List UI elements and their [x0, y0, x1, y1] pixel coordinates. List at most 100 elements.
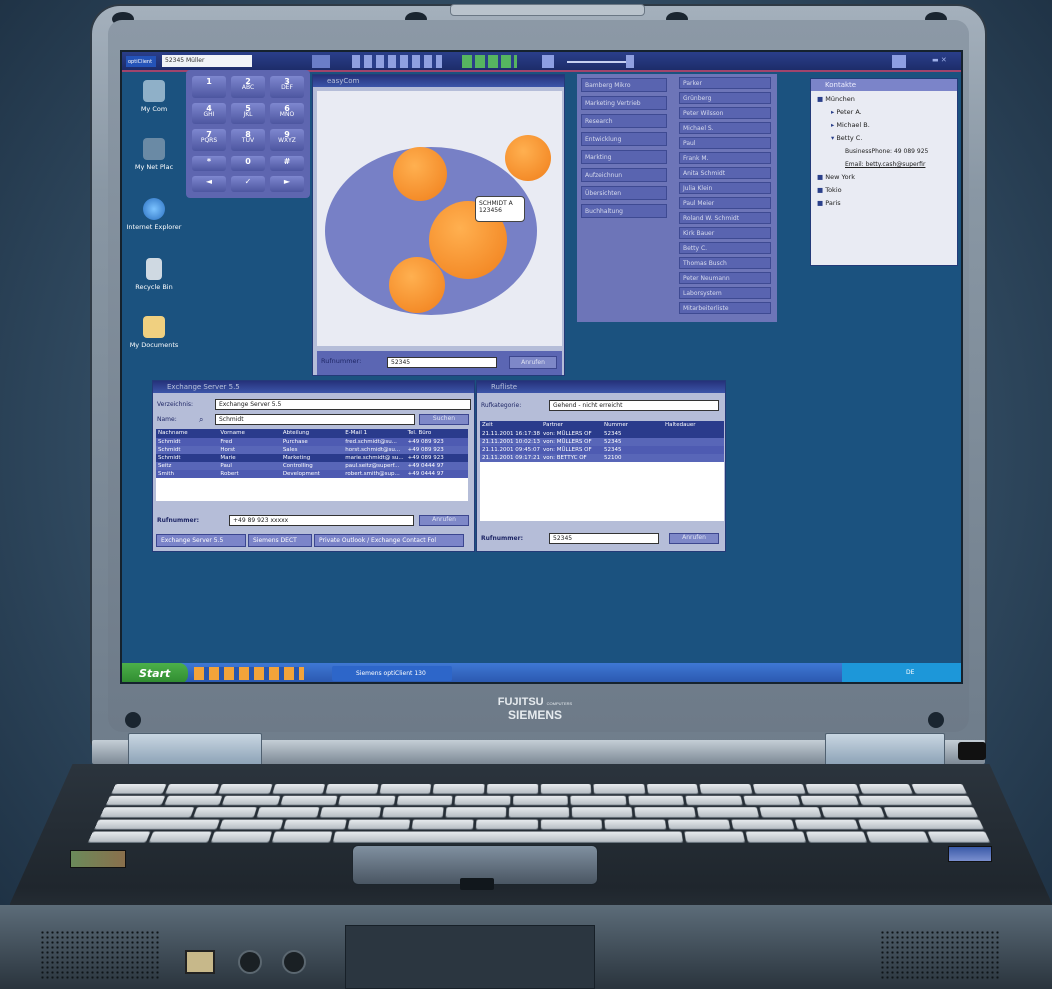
desktop-icon-my-computer[interactable]: My Com — [122, 80, 186, 113]
firewire-port — [185, 950, 215, 974]
list-item[interactable]: Michael S. — [679, 122, 771, 134]
list-item[interactable]: Peter Wilsson — [679, 107, 771, 119]
name-input[interactable]: Schmidt — [215, 414, 415, 425]
list-item[interactable]: Research — [581, 114, 667, 128]
list-item[interactable]: Übersichten — [581, 186, 667, 200]
table-row[interactable]: Seitz Paul Controlling paul.seitz@superf...… — [156, 462, 468, 470]
table-row[interactable]: 21.11.2001 09:45:07 von: MÜLLERS OF 52345 — [480, 446, 724, 454]
rufkategorie-select[interactable]: Gehend - nicht erreicht — [549, 400, 719, 411]
keypad-key-0[interactable]: 0 — [231, 156, 265, 172]
tree-node[interactable]: ■ New York — [817, 171, 951, 184]
touchpad-button[interactable] — [460, 878, 494, 890]
desktop-icon-recycle-bin[interactable]: Recycle Bin — [122, 258, 186, 291]
keypad-right-button[interactable]: ► — [270, 176, 304, 192]
tree-node[interactable]: ■ Paris — [817, 197, 951, 210]
keypad-key-7[interactable]: 7 PQRS — [192, 129, 226, 151]
table-row[interactable]: Schmidt Horst Sales horst.schmidt@su... +49 … — [156, 446, 468, 454]
tree-node[interactable]: ▸ Peter A. — [817, 106, 951, 119]
quicklaunch-icons[interactable] — [194, 667, 304, 680]
list-item[interactable]: Buchhaltung — [581, 204, 667, 218]
keypad-key-9[interactable]: 9 WXYZ — [270, 129, 304, 151]
keypad-key-1[interactable]: 1 — [192, 76, 226, 98]
phone-input[interactable]: 52345 Müller — [162, 55, 252, 67]
tree-node[interactable]: ■ München — [817, 93, 951, 106]
desktop-icon-network[interactable]: My Net Plac — [122, 138, 186, 171]
close-icon[interactable]: ▬ ✕ — [932, 56, 954, 67]
list-item[interactable]: Markting — [581, 150, 667, 164]
list-item[interactable]: Mitarbeiterliste — [679, 302, 771, 314]
keypad-key-hash[interactable]: # — [270, 156, 304, 172]
slider-handle-icon[interactable] — [626, 55, 634, 68]
easycom-number-select[interactable]: 52345 — [387, 357, 497, 368]
list-item[interactable]: Peter Neumann — [679, 272, 771, 284]
taskbar-task-opticlient[interactable]: Siemens optiClient 130 — [332, 666, 452, 681]
exchange-number-select[interactable]: +49 89 923 xxxxx — [229, 515, 414, 526]
dial-icon[interactable] — [312, 55, 330, 68]
tree-leaf[interactable]: Email: betty.cash@superfir — [817, 158, 951, 171]
list-item[interactable]: Julia Klein — [679, 182, 771, 194]
system-tray: DE — [842, 663, 963, 684]
settings-icon[interactable] — [892, 55, 906, 68]
keypad-key-3[interactable]: 3 DEF — [270, 76, 304, 98]
desktop-icon-internet-explorer[interactable]: Internet Explorer — [122, 198, 186, 231]
easycom-title: easyCom — [313, 75, 564, 87]
feature-buttons-icon[interactable] — [462, 55, 517, 68]
tab-exchange-server[interactable]: Exchange Server 5.5 — [156, 534, 246, 547]
call-controls-icon[interactable] — [352, 55, 442, 68]
tree-node[interactable]: ▸ Michael B. — [817, 119, 951, 132]
list-item[interactable]: Paul — [679, 137, 771, 149]
power-button[interactable] — [958, 742, 986, 760]
contact-orb[interactable] — [505, 135, 551, 181]
list-item[interactable]: Bamberg Mikro — [581, 78, 667, 92]
list-item[interactable]: Betty C. — [679, 242, 771, 254]
table-row[interactable]: 21.11.2001 09:17:21 von: BETTYC OF 52100 — [480, 454, 724, 462]
exchange-call-button[interactable]: Anrufen — [419, 515, 469, 526]
tree-node[interactable]: ▾ Betty C. — [817, 132, 951, 145]
rufkategorie-label: Rufkategorie: — [481, 402, 521, 409]
tree-node[interactable]: ■ Tokio — [817, 184, 951, 197]
easycom-call-button[interactable]: Anrufen — [509, 356, 557, 369]
rufliste-number-select[interactable]: 52345 — [549, 533, 659, 544]
list-item[interactable]: Aufzeichnun — [581, 168, 667, 182]
keyboard — [88, 784, 990, 842]
keypad-left-button[interactable]: ◄ — [192, 176, 226, 192]
verzeichnis-select[interactable]: Exchange Server 5.5 — [215, 399, 471, 410]
tab-siemens-dect[interactable]: Siemens DECT — [248, 534, 312, 547]
table-row[interactable]: 21.11.2001 10:02:13 von: MÜLLERS OF 52345 — [480, 438, 724, 446]
keypad-key-2[interactable]: 2 ABC — [231, 76, 265, 98]
toolbar-brand: optiClient — [126, 56, 156, 67]
tree-leaf[interactable]: BusinessPhone: 49 089 925 — [817, 145, 951, 158]
table-row-selected[interactable]: Schmidt Marie Marketing marie.schmidt@ su..… — [156, 454, 468, 462]
list-item[interactable]: Grünberg — [679, 92, 771, 104]
list-item[interactable]: Frank M. — [679, 152, 771, 164]
list-item[interactable]: Kirk Bauer — [679, 227, 771, 239]
desktop-icon-my-documents[interactable]: My Documents — [122, 316, 186, 349]
keypad-key-6[interactable]: 6 MNO — [270, 103, 304, 125]
list-item[interactable]: Laborsystem — [679, 287, 771, 299]
list-item[interactable]: Parker — [679, 77, 771, 89]
list-item[interactable]: Anita Schmidt — [679, 167, 771, 179]
table-row-selected[interactable]: 21.11.2001 16:17:38 von: MÜLLERS OF 52345 — [480, 430, 724, 438]
keypad-ok-button[interactable]: ✓ — [231, 176, 265, 192]
keypad-key-8[interactable]: 8 TUV — [231, 129, 265, 151]
list-item[interactable]: Thomas Busch — [679, 257, 771, 269]
rufliste-call-button[interactable]: Anrufen — [669, 533, 719, 544]
rufliste-window: Rufliste Rufkategorie: Gehend - nicht er… — [476, 380, 726, 552]
start-button[interactable]: Start — [122, 663, 188, 684]
keypad-key-star[interactable]: * — [192, 156, 226, 172]
table-row[interactable]: Smith Robert Development robert.smith@sup..… — [156, 470, 468, 478]
table-row[interactable]: Schmidt Fred Purchase fred.schmidt@su... +49… — [156, 438, 468, 446]
contact-orb[interactable] — [393, 147, 447, 201]
kontakte-window: Kontakte ■ München ▸ Peter A. ▸ Michael … — [810, 78, 958, 266]
list-item[interactable]: Roland W. Schmidt — [679, 212, 771, 224]
contact-icon[interactable] — [542, 55, 554, 68]
tab-private-outlook[interactable]: Private Outlook / Exchange Contact Fol — [314, 534, 464, 547]
contact-orb[interactable] — [389, 257, 445, 313]
search-button[interactable]: Suchen — [419, 414, 469, 425]
list-item[interactable]: Entwicklung — [581, 132, 667, 146]
list-item[interactable]: Marketing Vertrieb — [581, 96, 667, 110]
list-item[interactable]: Paul Meier — [679, 197, 771, 209]
volume-slider[interactable] — [567, 61, 627, 63]
keypad-key-4[interactable]: 4 GHI — [192, 103, 226, 125]
keypad-key-5[interactable]: 5 JKL — [231, 103, 265, 125]
